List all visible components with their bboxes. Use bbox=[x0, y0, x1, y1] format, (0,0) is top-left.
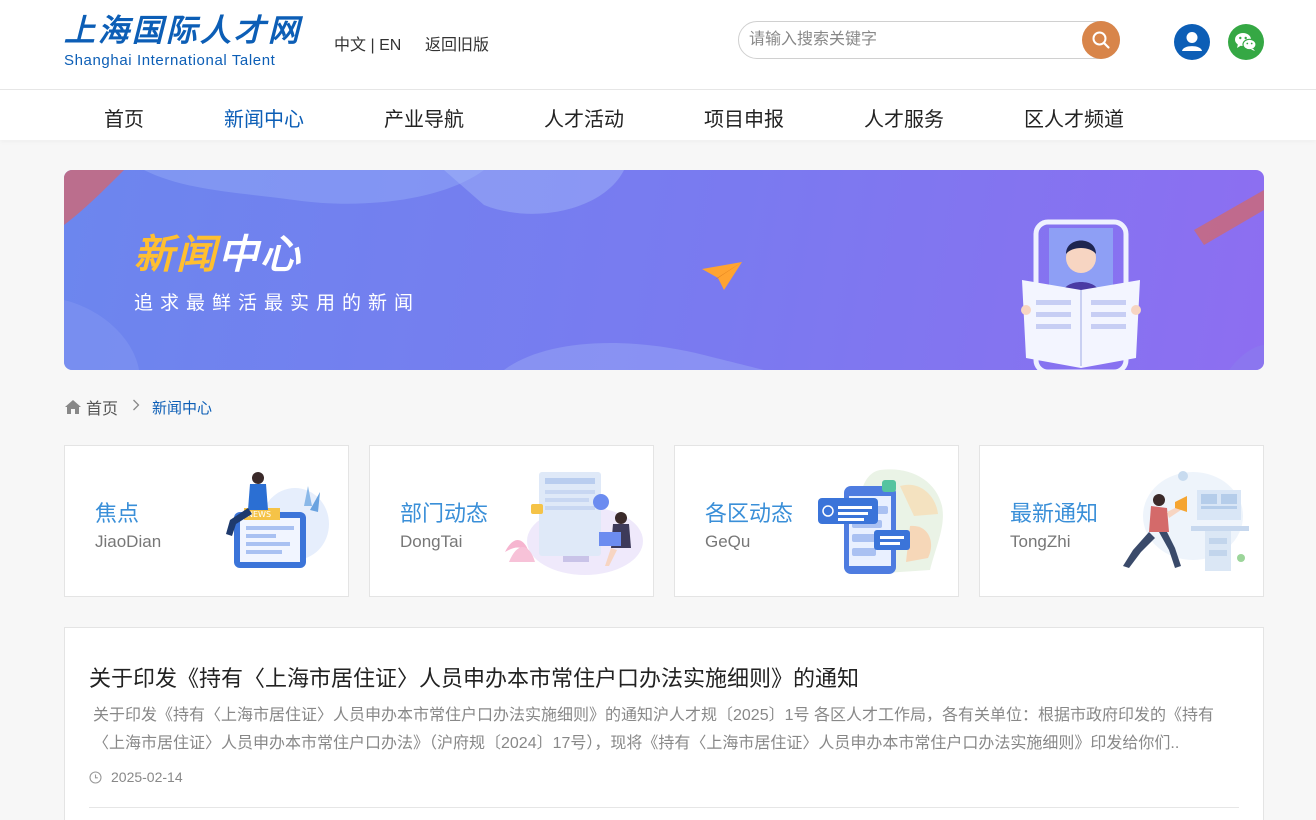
category-card-gequ[interactable]: 各区动态 GeQu bbox=[674, 445, 959, 597]
newspaper-reader-illustration: NEWS bbox=[226, 472, 329, 568]
category-card-dongtai[interactable]: 部门动态 DongTai bbox=[369, 445, 654, 597]
search-input[interactable] bbox=[749, 30, 1079, 50]
nav-item-news-center[interactable]: 新闻中心 bbox=[224, 103, 304, 132]
wechat-button[interactable] bbox=[1228, 24, 1264, 60]
breadcrumb: 首页 新闻中心 bbox=[64, 395, 212, 419]
megaphone-illustration bbox=[1123, 471, 1249, 571]
search-box bbox=[738, 21, 1120, 59]
category-subtitle: GeQu bbox=[705, 532, 751, 551]
breadcrumb-current[interactable]: 新闻中心 bbox=[152, 397, 212, 418]
banner-title-rest: 中心 bbox=[218, 232, 302, 278]
lang-cn-link[interactable]: 中文 bbox=[334, 37, 366, 54]
category-subtitle: JiaoDian bbox=[95, 532, 162, 551]
category-title: 焦点 bbox=[95, 501, 140, 526]
main-nav: 首页 新闻中心 产业导航 人才活动 项目申报 人才服务 区人才频道 bbox=[0, 90, 1316, 140]
search-button[interactable] bbox=[1082, 21, 1120, 59]
banner-title: 新闻中心 bbox=[134, 222, 302, 280]
banner-title-highlight: 新闻 bbox=[134, 232, 218, 278]
category-subtitle: TongZhi bbox=[1010, 532, 1071, 551]
search-icon bbox=[1092, 31, 1110, 49]
site-header: 上海国际人才网 Shanghai International Talent 中文… bbox=[0, 0, 1316, 90]
logo-english-text: Shanghai International Talent bbox=[64, 52, 276, 69]
reader-phone-illustration bbox=[1021, 219, 1141, 370]
lang-en-link[interactable]: EN bbox=[379, 37, 401, 54]
clock-icon bbox=[89, 770, 102, 784]
category-title: 各区动态 bbox=[705, 501, 794, 526]
nav-item-project-application[interactable]: 项目申报 bbox=[704, 103, 784, 132]
language-switcher: 中文 | EN bbox=[334, 31, 401, 55]
news-item-title[interactable]: 关于印发《持有〈上海市居住证〉人员申办本市常住户口办法实施细则》的通知 bbox=[89, 661, 859, 693]
nav-item-talent-services[interactable]: 人才服务 bbox=[864, 103, 944, 132]
banner-subtitle: 追求最鲜活最实用的新闻 bbox=[134, 293, 421, 314]
site-logo[interactable]: 上海国际人才网 Shanghai International Talent bbox=[64, 14, 314, 70]
news-center-banner: 新闻中心 追求最鲜活最实用的新闻 bbox=[64, 170, 1264, 370]
category-card-tongzhi[interactable]: 最新通知 TongZhi bbox=[979, 445, 1264, 597]
category-title: 最新通知 bbox=[1010, 501, 1099, 526]
phone-chat-map-illustration bbox=[818, 469, 943, 574]
news-item-date-row: 2025-02-14 bbox=[89, 769, 183, 785]
category-title: 部门动态 bbox=[400, 501, 489, 526]
chevron-right-icon bbox=[132, 398, 140, 416]
lang-separator: | bbox=[370, 37, 375, 54]
user-account-button[interactable] bbox=[1174, 24, 1210, 60]
old-version-link[interactable]: 返回旧版 bbox=[425, 31, 489, 55]
office-worker-illustration bbox=[505, 472, 643, 575]
nav-item-talent-events[interactable]: 人才活动 bbox=[544, 103, 624, 132]
category-card-jiaodian[interactable]: 焦点 JiaoDian NEWS bbox=[64, 445, 349, 597]
home-icon[interactable] bbox=[64, 399, 82, 415]
logo-chinese-text: 上海国际人才网 bbox=[64, 13, 302, 49]
nav-item-industry-guide[interactable]: 产业导航 bbox=[384, 103, 464, 132]
user-icon bbox=[1182, 32, 1202, 51]
news-divider bbox=[89, 807, 1239, 808]
news-list: 关于印发《持有〈上海市居住证〉人员申办本市常住户口办法实施细则》的通知 关于印发… bbox=[64, 627, 1264, 820]
category-subtitle: DongTai bbox=[400, 532, 463, 551]
breadcrumb-home[interactable]: 首页 bbox=[86, 395, 118, 419]
paper-plane-icon bbox=[702, 262, 742, 290]
news-item-excerpt: 关于印发《持有〈上海市居住证〉人员申办本市常住户口办法实施细则》的通知沪人才规〔… bbox=[93, 707, 1214, 752]
nav-item-district-channel[interactable]: 区人才频道 bbox=[1024, 103, 1124, 132]
wechat-icon bbox=[1235, 33, 1257, 51]
news-item-date: 2025-02-14 bbox=[111, 769, 183, 785]
nav-item-home[interactable]: 首页 bbox=[104, 103, 144, 132]
